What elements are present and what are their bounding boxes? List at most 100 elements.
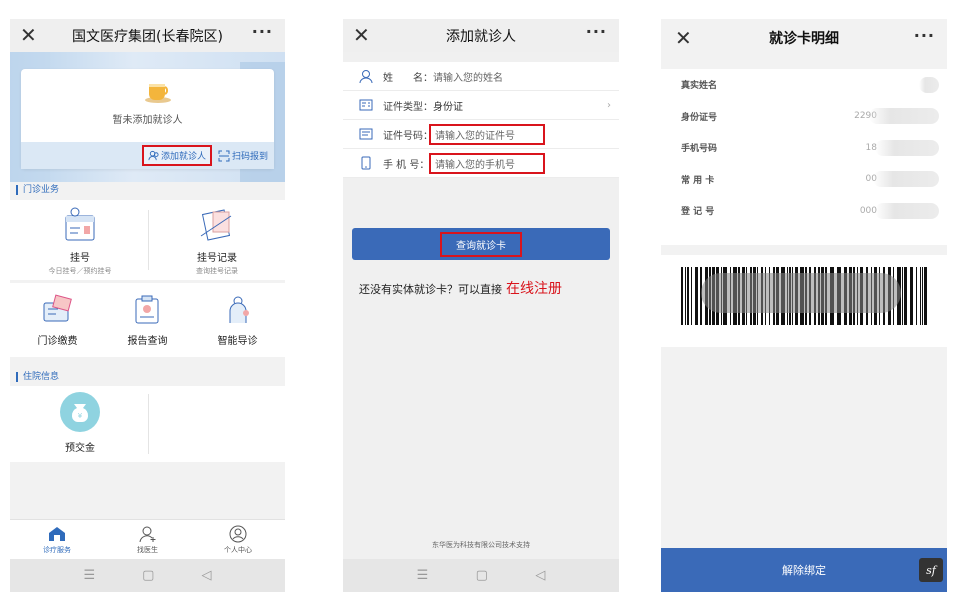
tile-report-query[interactable]: 报告查询 [105, 293, 190, 347]
scan-checkin-label: 扫码报到 [231, 152, 268, 162]
section-inpatient: 住院信息 [16, 372, 59, 382]
home-square-icon[interactable]: ▢ [476, 568, 488, 583]
svg-text:¥: ¥ [78, 412, 83, 420]
online-register-link[interactable]: 在线注册 [506, 281, 562, 297]
tile-smart-guide[interactable]: 智能导诊 [195, 293, 280, 347]
report-icon [135, 295, 158, 324]
unbind-label: 解除绑定 [782, 564, 826, 577]
menu-icon[interactable]: ☰ [417, 568, 429, 583]
patient-actions: 添加就诊人 扫码报到 [21, 142, 274, 169]
close-icon[interactable]: ✕ [675, 26, 692, 50]
tile-register[interactable]: 挂号 今日挂号／预约挂号 [25, 206, 135, 276]
blurred-value [919, 76, 939, 93]
real-name-label: 真实姓名 [681, 81, 718, 92]
card-barcode [661, 255, 947, 347]
info-row-id: 身份证号 2290 [661, 101, 947, 133]
phone-label: 手机号码 [681, 144, 718, 155]
person-icon [359, 70, 373, 83]
add-patient-button[interactable]: 添加就诊人 [141, 145, 212, 166]
system-nav-bar: ☰ ▢ ◁ [343, 559, 619, 592]
home-icon [49, 526, 65, 541]
top-bar: ✕ 就诊卡明细 ··· [661, 19, 947, 57]
money-bag-icon: ¥ [60, 392, 100, 432]
tile-register-records-sub: 查询挂号记录 [196, 267, 238, 275]
records-icon [200, 209, 232, 241]
register-prompt: 还没有实体就诊卡？可以直接 在线注册 [359, 278, 562, 298]
guide-icon [229, 296, 249, 323]
id-number-label: 身份证号 [681, 112, 718, 123]
back-icon[interactable]: ◁ [535, 568, 545, 583]
phone-label: 手 机 号： [383, 159, 430, 171]
calendar-icon [65, 207, 95, 241]
face-icon [229, 525, 247, 542]
query-card-button[interactable]: 查询就诊卡 [352, 228, 610, 260]
tile-register-records[interactable]: 挂号记录 查询挂号记录 [162, 206, 272, 276]
name-placeholder: 请输入您的姓名 [433, 72, 503, 84]
add-person-icon [139, 526, 155, 542]
tab-find-doctor[interactable]: 找医生 [137, 525, 158, 555]
tile-deposit[interactable]: ¥ 预交金 [25, 390, 135, 454]
chevron-right-icon: › [607, 99, 611, 111]
tab-find-doctor-label: 找医生 [137, 545, 158, 554]
more-icon[interactable]: ··· [586, 22, 607, 41]
phone-add-patient-screen: ✕ 添加就诊人 ··· 姓 名： 请输入您的姓名 证件类型： 身份证 › 证件号… [343, 19, 619, 592]
close-icon[interactable]: ✕ [20, 23, 37, 47]
home-square-icon[interactable]: ▢ [142, 568, 154, 583]
close-icon[interactable]: ✕ [353, 23, 370, 47]
tile-register-sub: 今日挂号／预约挂号 [48, 267, 112, 275]
tab-clinic-service-label: 诊疗服务 [43, 545, 71, 554]
system-nav-bar: ☰ ▢ ◁ [10, 559, 285, 592]
top-bar: ✕ 添加就诊人 ··· [343, 19, 619, 52]
more-icon[interactable]: ··· [914, 26, 935, 45]
people-icon [148, 150, 159, 161]
phone-field[interactable]: 手 机 号： 请输入您的手机号 [343, 149, 619, 178]
more-icon[interactable]: ··· [252, 22, 273, 41]
registration-label: 登 记 号 [681, 207, 715, 218]
back-icon[interactable]: ◁ [201, 568, 211, 583]
query-card-label: 查询就诊卡 [440, 231, 522, 257]
coffee-cup-icon [145, 84, 171, 103]
blurred-value [873, 171, 939, 188]
info-row-registration: 登 记 号 000 [661, 195, 947, 227]
name-field[interactable]: 姓 名： 请输入您的姓名 [343, 62, 619, 91]
bottom-tab-bar: 诊疗服务 找医生 个人中心 [10, 519, 285, 559]
footer-support-text: 东华医为科技有限公司技术支持 [432, 541, 530, 549]
tile-outpatient-payment[interactable]: 门诊缴费 [15, 293, 100, 347]
tab-clinic-service[interactable]: 诊疗服务 [43, 525, 71, 555]
tile-register-label: 挂号 [70, 253, 90, 264]
id-card-icon [359, 128, 373, 140]
inpatient-grid: ¥ 预交金 [10, 386, 285, 462]
tile-report-query-label: 报告查询 [127, 336, 168, 347]
payment-icon [43, 294, 72, 322]
name-label: 姓 名： [383, 72, 433, 84]
sf-logo-badge: sf [919, 558, 943, 582]
phone-card-detail-screen: ✕ 就诊卡明细 ··· 真实姓名 身份证号 2290 手机号码 18 常 用 卡… [661, 19, 947, 592]
unbind-button[interactable]: 解除绑定 [661, 548, 947, 592]
add-patient-form: 姓 名： 请输入您的姓名 证件类型： 身份证 › 证件号码： 请输入您的证件号 … [343, 62, 619, 178]
tab-personal-center[interactable]: 个人中心 [224, 525, 252, 555]
id-type-field[interactable]: 证件类型： 身份证 › [343, 91, 619, 120]
outpatient-top-grid: 挂号 今日挂号／预约挂号 挂号记录 查询挂号记录 [10, 200, 285, 280]
add-patient-label: 添加就诊人 [160, 152, 206, 162]
info-row-name: 真实姓名 [661, 69, 947, 101]
id-card-icon [359, 99, 373, 111]
no-patient-text: 暂未添加就诊人 [112, 115, 183, 126]
divider [148, 394, 149, 454]
card-info-list: 真实姓名 身份证号 2290 手机号码 18 常 用 卡 00 登 记 号 00… [661, 69, 947, 245]
page-title: 国文医疗集团(长春院区) [72, 28, 223, 45]
page-title: 就诊卡明细 [769, 31, 839, 47]
phone-home-screen: ✕ 国文医疗集团(长春院区) ··· 暂未添加就诊人 添加就诊人 扫码报到 门诊… [10, 19, 285, 592]
id-number-placeholder: 请输入您的证件号 [429, 123, 545, 145]
id-number-field[interactable]: 证件号码： 请输入您的证件号 [343, 120, 619, 149]
blurred-value [875, 139, 939, 156]
tile-smart-guide-label: 智能导诊 [217, 336, 258, 347]
phone-icon [361, 156, 371, 170]
page-title: 添加就诊人 [446, 28, 516, 45]
common-card-label: 常 用 卡 [681, 175, 715, 186]
id-type-label: 证件类型： [383, 101, 433, 113]
blurred-value [869, 108, 939, 125]
scan-checkin-button[interactable]: 扫码报到 [218, 149, 268, 162]
tab-personal-center-label: 个人中心 [224, 545, 252, 554]
id-number-label: 证件号码： [383, 130, 433, 142]
menu-icon[interactable]: ☰ [84, 568, 96, 583]
